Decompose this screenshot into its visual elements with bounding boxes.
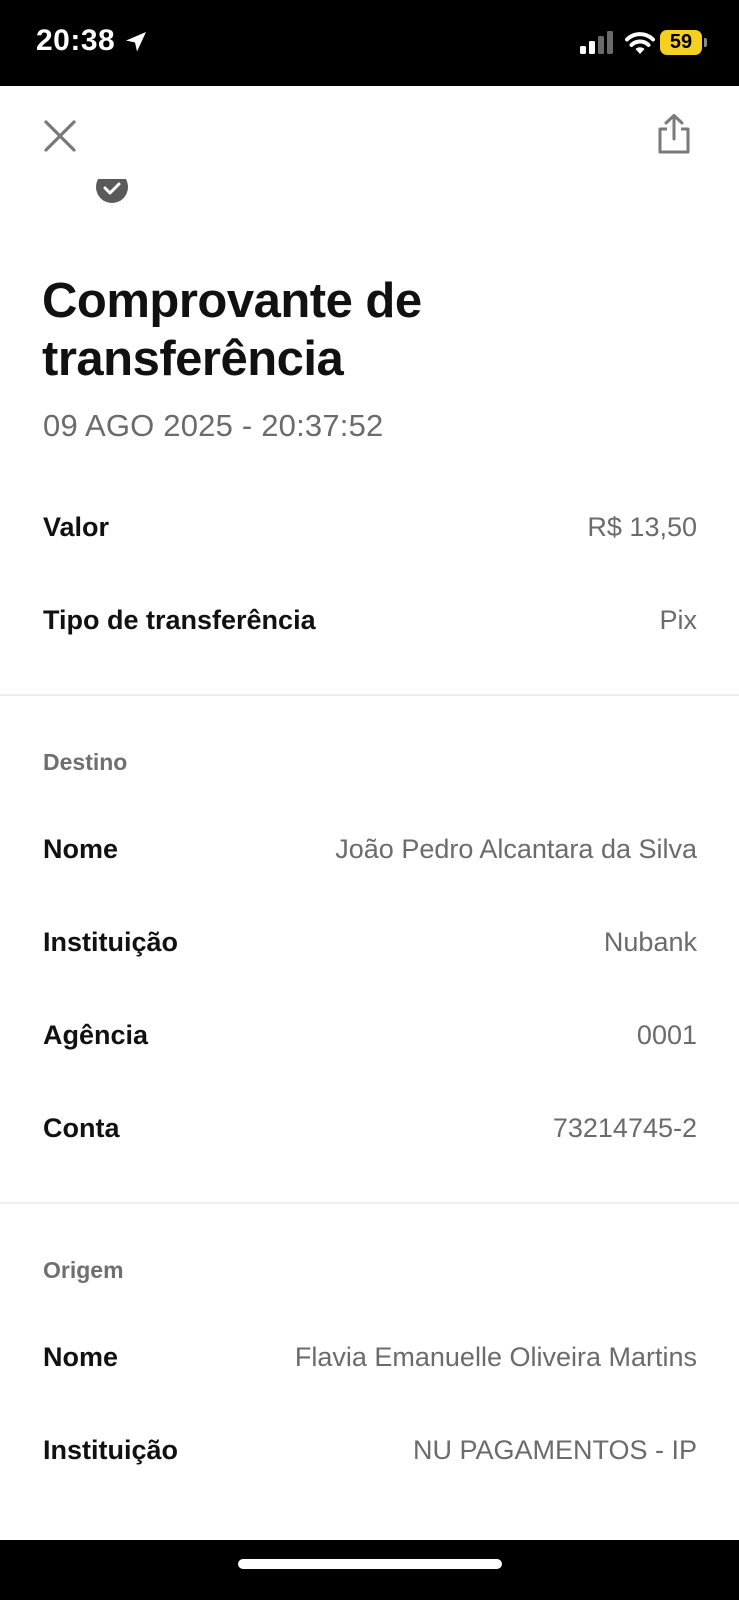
row-value: R$ 13,50: [587, 511, 697, 542]
transaction-datetime: 09 AGO 2025 - 20:37:52: [43, 408, 384, 443]
transfer-type-row: Tipo de transferência Pix: [43, 600, 697, 640]
row-label: Agência: [43, 1019, 149, 1050]
row-value: Flavia Emanuelle Oliveira Martins: [294, 1341, 697, 1372]
signal-icon: [580, 31, 613, 54]
status-bar: 20:38 59: [0, 0, 739, 86]
battery-level: 59: [660, 30, 702, 55]
battery-tip: [704, 38, 707, 47]
battery-icon: 59: [660, 30, 708, 56]
divider: [0, 694, 739, 696]
receipt-sheet: Comprovante de transferência 09 AGO 2025…: [0, 86, 739, 1540]
row-value: João Pedro Alcantara da Silva: [335, 833, 697, 864]
destination-name-row: Nome João Pedro Alcantara da Silva: [43, 829, 697, 869]
wifi-icon: [625, 32, 655, 54]
row-label: Instituição: [43, 1434, 179, 1465]
divider: [0, 1202, 739, 1204]
share-icon[interactable]: [652, 112, 696, 156]
row-value: Pix: [659, 604, 697, 635]
home-indicator-area: [0, 1540, 739, 1600]
origin-name-row: Nome Flavia Emanuelle Oliveira Martins: [43, 1337, 697, 1377]
location-arrow-icon: [126, 32, 146, 52]
row-label: Conta: [43, 1112, 120, 1143]
destination-agency-row: Agência 0001: [43, 1015, 697, 1055]
row-value: NU PAGAMENTOS - IP: [412, 1434, 697, 1465]
row-label: Tipo de transferência: [43, 604, 316, 635]
page-title: Comprovante de transferência: [42, 274, 422, 386]
section-title-destination: Destino: [43, 749, 128, 775]
origin-institution-row: Instituição NU PAGAMENTOS - IP: [43, 1430, 697, 1470]
row-value: 73214745-2: [552, 1112, 697, 1143]
phone-screen: 20:38 59 Comprovante de transferência 09…: [0, 0, 739, 1600]
row-label: Instituição: [43, 926, 179, 957]
close-icon[interactable]: [40, 116, 80, 156]
status-time: 20:38: [36, 24, 116, 57]
destination-account-row: Conta 73214745-2: [43, 1108, 697, 1148]
row-label: Valor: [43, 511, 110, 542]
section-title-origin: Origem: [43, 1257, 124, 1283]
amount-row: Valor R$ 13,50: [43, 507, 697, 547]
row-value: Nubank: [603, 926, 697, 957]
row-label: Nome: [43, 1341, 119, 1372]
check-circle-icon: [96, 179, 128, 203]
row-value: 0001: [636, 1019, 697, 1050]
home-indicator[interactable]: [238, 1559, 502, 1569]
row-label: Nome: [43, 833, 119, 864]
destination-institution-row: Instituição Nubank: [43, 922, 697, 962]
